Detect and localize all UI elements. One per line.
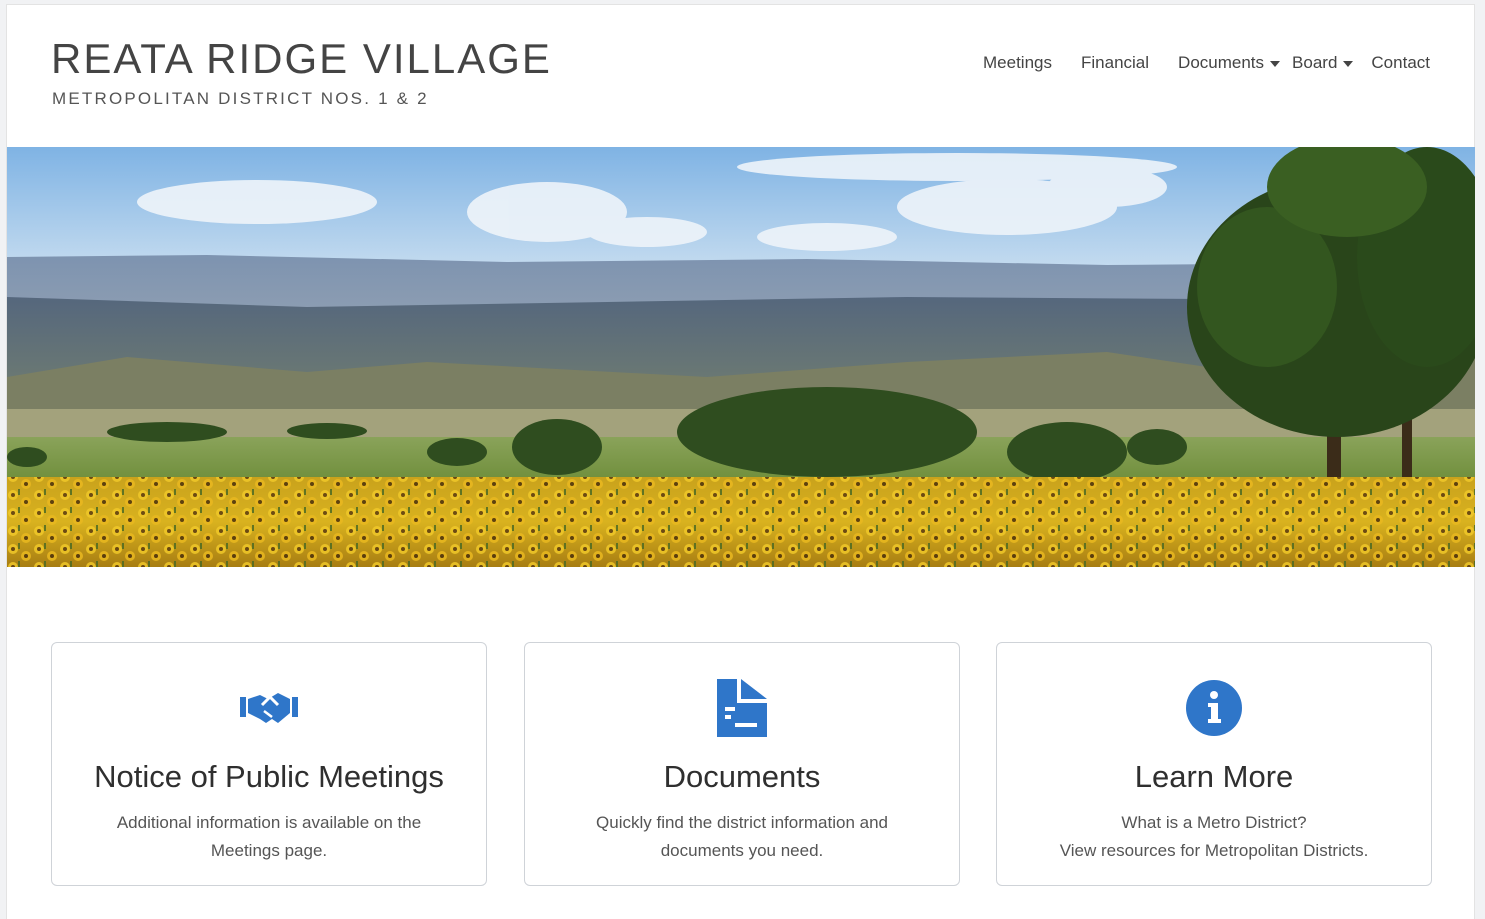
card-description-line: Additional information is available on t… (116, 813, 422, 832)
card-documents[interactable]: Documents Quickly find the district info… (524, 642, 960, 886)
card-title: Notice of Public Meetings (94, 759, 444, 794)
card-title: Learn More (1134, 759, 1294, 794)
card-description: Additional information is available on t… (72, 809, 466, 865)
sunflower-field-landscape-image (7, 147, 1475, 567)
card-description-line: View resources for Metropolitan District… (1059, 841, 1369, 860)
handshake-icon (238, 677, 300, 739)
caret-down-icon (1343, 61, 1354, 67)
nav-contact[interactable]: Contact (1371, 53, 1430, 73)
nav-board[interactable]: Board (1292, 53, 1354, 73)
caret-down-icon (1270, 61, 1281, 67)
card-description: Quickly find the district information an… (545, 809, 939, 865)
site-header: REATA RIDGE VILLAGE METROPOLITAN DISTRIC… (7, 5, 1474, 147)
card-public-meetings[interactable]: Notice of Public Meetings Additional inf… (51, 642, 487, 886)
site-subtitle: METROPOLITAN DISTRICT NOS. 1 & 2 (52, 89, 429, 108)
main-nav: Meetings Financial Documents Board Conta… (954, 53, 1430, 73)
nav-documents-label: Documents (1178, 53, 1265, 72)
card-description-line: What is a Metro District? (1121, 813, 1307, 832)
card-description-line: Meetings page. (210, 841, 328, 860)
site-title[interactable]: REATA RIDGE VILLAGE (51, 35, 552, 83)
nav-contact-label: Contact (1371, 53, 1430, 72)
nav-documents[interactable]: Documents (1178, 53, 1281, 73)
card-description: What is a Metro District? View resources… (1017, 809, 1411, 865)
nav-meetings-label: Meetings (983, 53, 1052, 72)
nav-financial-label: Financial (1081, 53, 1150, 72)
info-circle-icon (1183, 677, 1245, 739)
card-description-line: documents you need. (660, 841, 824, 860)
card-learn-more[interactable]: Learn More What is a Metro District? Vie… (996, 642, 1432, 886)
document-icon (711, 677, 773, 739)
nav-meetings[interactable]: Meetings (983, 53, 1052, 73)
page: REATA RIDGE VILLAGE METROPOLITAN DISTRIC… (6, 4, 1475, 919)
nav-board-label: Board (1292, 53, 1338, 72)
card-description-line: Quickly find the district information an… (596, 813, 888, 832)
hero-image (7, 147, 1475, 567)
card-title: Documents (663, 759, 821, 794)
nav-financial[interactable]: Financial (1081, 53, 1149, 73)
feature-cards: Notice of Public Meetings Additional inf… (51, 642, 1432, 886)
